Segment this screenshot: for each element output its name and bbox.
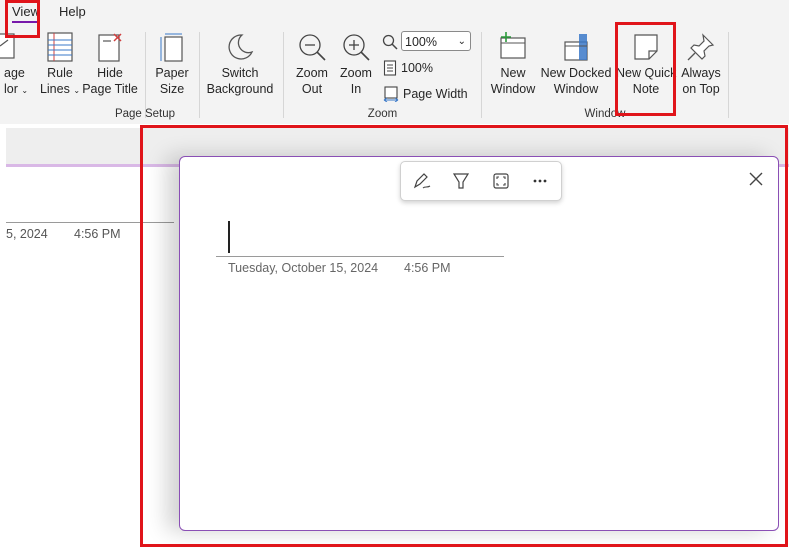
docked-window-icon [564,34,588,61]
pen-icon [413,173,431,189]
new-docked-window-label-1: New Docked [540,66,612,80]
zoom-in-label-1: Zoom [340,66,372,80]
zoom-out-label-2: Out [301,82,323,96]
new-window-label-2: Window [490,82,536,96]
zoom-select-value: 100% [405,35,437,49]
chevron-down-icon: ⌄ [457,36,466,47]
page-color-label-2: lor [4,82,18,96]
always-on-top-label-2: on Top [682,82,720,96]
quick-note-toolbar [400,161,562,201]
rule-lines-button[interactable]: Rule Lines ⌄ [38,32,82,99]
full-page-button[interactable] [490,171,512,191]
more-button[interactable] [529,171,551,191]
ribbon-separator [481,32,482,118]
background-page-time: 4:56 PM [74,227,121,241]
paper-size-icon [160,33,183,62]
new-quick-note-label-1: New Quick [616,66,677,80]
full-page-icon [493,173,509,189]
zoom-out-button[interactable]: Zoom Out [292,32,332,97]
ribbon-separator [145,32,146,118]
pin-icon [687,33,715,61]
paper-size-label-2: Size [159,82,185,96]
switch-background-label-2: Background [206,82,274,96]
new-docked-window-label-2: Window [553,82,599,96]
zoom-out-icon [299,34,326,61]
hide-page-title-icon [98,33,122,62]
moon-icon [228,34,254,60]
new-quick-note-label-2: Note [632,82,660,96]
zoom-in-icon [343,34,370,61]
quick-note-title-rule [216,256,504,257]
quick-note-time: 4:56 PM [404,261,451,275]
ribbon-separator [199,32,200,118]
zoom-100-button[interactable]: 100% [383,60,433,76]
background-page-date: 5, 2024 [6,227,48,241]
page-color-button[interactable]: age lor ⌄ [0,32,32,99]
ribbon-tabs: View Help [0,0,789,26]
zoom-in-button[interactable]: Zoom In [336,32,376,97]
rule-lines-icon [47,32,73,62]
page-width-label: Page Width [403,87,468,101]
switch-background-label-1: Switch [221,66,259,80]
quick-note-icon [634,34,658,60]
tab-view[interactable]: View [12,4,40,23]
tab-help[interactable]: Help [59,4,86,19]
text-cursor[interactable] [228,221,230,253]
hide-page-title-label-2: Page Title [82,82,138,96]
zoom-in-label-2: In [350,82,362,96]
pen-button[interactable] [411,171,433,191]
switch-background-button[interactable]: Switch Background [204,32,276,97]
group-label-zoom: Zoom [367,108,398,120]
new-docked-window-button[interactable]: New Docked Window [540,32,612,97]
always-on-top-label-1: Always [681,66,721,80]
page-color-icon [0,33,15,59]
new-quick-note-button[interactable]: New Quick Note [616,32,676,97]
page-width-button[interactable]: Page Width [383,86,468,102]
page-icon [383,60,397,76]
more-icon [533,179,547,183]
chevron-down-icon: ⌄ [21,86,29,95]
search-icon [382,34,398,50]
paper-size-label-1: Paper [155,66,189,80]
always-on-top-button[interactable]: Always on Top [678,32,724,97]
ribbon-separator [728,32,729,118]
background-title-rule [6,222,174,223]
highlighter-icon [452,173,470,189]
zoom-out-label-1: Zoom [296,66,328,80]
paper-size-button[interactable]: Paper Size [150,32,194,97]
zoom-select[interactable]: 100% ⌄ [401,31,471,51]
hide-page-title-label-1: Hide [97,66,123,80]
quick-note-date: Tuesday, October 15, 2024 [228,261,379,275]
new-window-icon [500,32,526,59]
new-window-button[interactable]: New Window [488,32,538,97]
highlighter-button[interactable] [450,171,472,191]
group-label-window: Window [584,108,626,120]
page-width-icon [383,86,399,102]
hide-page-title-button[interactable]: Hide Page Title [82,32,138,97]
close-icon[interactable] [748,171,764,187]
rule-lines-label-2: Lines [39,82,70,96]
ribbon-separator [283,32,284,118]
new-window-label-1: New [500,66,526,80]
rule-lines-label-1: Rule [47,66,73,80]
ribbon: age lor ⌄ Rule Lines ⌄ Hide Page Title P… [0,26,789,124]
quick-note-window[interactable]: Tuesday, October 15, 2024 4:56 PM [179,156,779,531]
chevron-down-icon: ⌄ [73,86,81,95]
zoom-100-label: 100% [401,61,433,75]
page-color-label-1: age [4,66,25,80]
group-label-page-setup: Page Setup [114,108,176,120]
